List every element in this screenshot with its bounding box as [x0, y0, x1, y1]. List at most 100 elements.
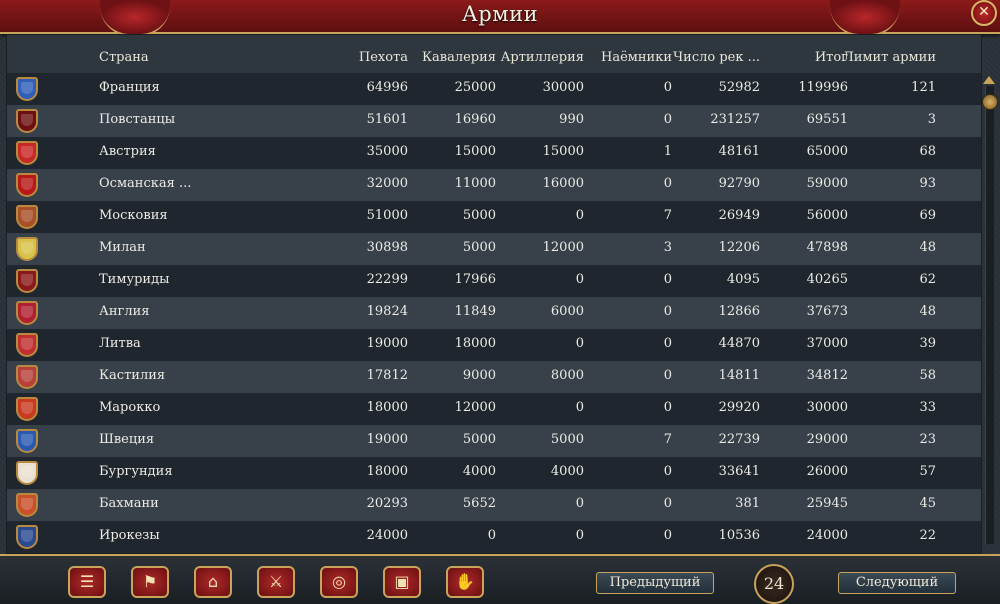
country-shield-icon: [16, 173, 38, 197]
mercenaries-cell: 0: [663, 464, 672, 479]
army-limit-cell: 62: [919, 272, 936, 287]
mercenaries-cell: 0: [663, 112, 672, 127]
cavalry-cell: 16960: [454, 112, 496, 127]
table-row[interactable]: Османская ... 32000 11000 16000 0 92790 59000 9…: [7, 169, 981, 201]
recruits-cell: 22739: [718, 432, 760, 447]
header-cavalry[interactable]: Кавалерия: [422, 50, 496, 65]
country-name-cell: Ирокезы: [99, 528, 160, 543]
handshake-button[interactable]: ✋: [446, 566, 484, 598]
scrollbar-thumb[interactable]: [982, 94, 998, 110]
country-shield-icon: [16, 333, 38, 357]
artillery-cell: 0: [575, 400, 584, 415]
recruits-cell: 14811: [718, 368, 760, 383]
close-button[interactable]: ✕: [971, 0, 997, 26]
army-limit-cell: 33: [919, 400, 936, 415]
header-army-limit[interactable]: Лимит армии: [843, 50, 936, 65]
scroll-up-arrow-icon[interactable]: [983, 76, 995, 84]
country-shield-icon: [16, 141, 38, 165]
infantry-cell: 19824: [366, 304, 408, 319]
country-shield-icon: [16, 77, 38, 101]
country-shield-icon: [16, 237, 38, 261]
table-row[interactable]: Марокко 18000 12000 0 0 29920 30000 33: [7, 393, 981, 425]
header-mercenaries[interactable]: Наёмники: [601, 50, 672, 65]
country-shield-icon: [16, 429, 38, 453]
chest-button[interactable]: ▣: [383, 566, 421, 598]
artillery-cell: 0: [575, 208, 584, 223]
infantry-cell: 64996: [366, 80, 408, 95]
mercenaries-cell: 0: [663, 496, 672, 511]
total-cell: 69551: [806, 112, 848, 127]
table-row[interactable]: Бургундия 18000 4000 4000 0 33641 26000 57: [7, 457, 981, 489]
infantry-cell: 32000: [366, 176, 408, 191]
page-number: 24: [754, 564, 794, 604]
total-cell: 25945: [806, 496, 848, 511]
recruits-cell: 48161: [718, 144, 760, 159]
army-limit-cell: 22: [919, 528, 936, 543]
next-button[interactable]: Следующий: [838, 572, 956, 594]
army-limit-cell: 93: [919, 176, 936, 191]
table-row[interactable]: Кастилия 17812 9000 8000 0 14811 34812 58: [7, 361, 981, 393]
table-header: Страна Пехота Кавалерия Артиллерия Наёмн…: [7, 43, 981, 71]
handshake-icon: ✋: [455, 572, 475, 591]
total-cell: 34812: [806, 368, 848, 383]
recruits-cell: 12206: [718, 240, 760, 255]
country-name-cell: Франция: [99, 80, 160, 95]
total-cell: 40265: [806, 272, 848, 287]
table-row[interactable]: Англия 19824 11849 6000 0 12866 37673 48: [7, 297, 981, 329]
artillery-cell: 990: [559, 112, 584, 127]
scrollbar[interactable]: [982, 86, 998, 544]
cavalry-cell: 4000: [462, 464, 496, 479]
infantry-cell: 22299: [366, 272, 408, 287]
table-row[interactable]: Франция 64996 25000 30000 0 52982 119996 121: [7, 73, 981, 105]
table-row[interactable]: Повстанцы 51601 16960 990 0 231257 69551 3: [7, 105, 981, 137]
artillery-cell: 15000: [542, 144, 584, 159]
ledger-button[interactable]: ☰: [68, 566, 106, 598]
mercenaries-cell: 7: [663, 208, 672, 223]
recruits-cell: 12866: [718, 304, 760, 319]
buildings-button[interactable]: ⌂: [194, 566, 232, 598]
cavalry-cell: 5000: [462, 432, 496, 447]
country-shield-icon: [16, 365, 38, 389]
army-limit-cell: 69: [919, 208, 936, 223]
table-row[interactable]: Литва 19000 18000 0 0 44870 37000 39: [7, 329, 981, 361]
ledger-icon: ☰: [79, 572, 95, 591]
window-title: Армии: [461, 2, 539, 26]
table-row[interactable]: Швеция 19000 5000 5000 7 22739 29000 23: [7, 425, 981, 457]
crossed-swords-button[interactable]: ⚔: [257, 566, 295, 598]
infantry-cell: 20293: [366, 496, 408, 511]
table-row[interactable]: Московия 51000 5000 0 7 26949 56000 69: [7, 201, 981, 233]
country-shield-icon: [16, 397, 38, 421]
table-row[interactable]: Бахмани 20293 5652 0 0 381 25945 45: [7, 489, 981, 521]
coins-button[interactable]: ◎: [320, 566, 358, 598]
cavalry-cell: 12000: [454, 400, 496, 415]
country-name-cell: Австрия: [99, 144, 156, 159]
table-body: Франция 64996 25000 30000 0 52982 119996 121 Пов…: [7, 73, 981, 553]
mercenaries-cell: 0: [663, 304, 672, 319]
country-shield-icon: [16, 269, 38, 293]
total-cell: 30000: [806, 400, 848, 415]
recruits-cell: 44870: [718, 336, 760, 351]
army-limit-cell: 3: [927, 112, 936, 127]
table-row[interactable]: Милан 30898 5000 12000 3 12206 47898 48: [7, 233, 981, 265]
infantry-cell: 19000: [366, 432, 408, 447]
infantry-cell: 18000: [366, 464, 408, 479]
header-infantry[interactable]: Пехота: [359, 50, 408, 65]
total-cell: 56000: [806, 208, 848, 223]
header-recruits[interactable]: Число рек ...: [673, 50, 760, 65]
table-row[interactable]: Австрия 35000 15000 15000 1 48161 65000 68: [7, 137, 981, 169]
header-artillery[interactable]: Артиллерия: [501, 50, 584, 65]
previous-button[interactable]: Предыдущий: [596, 572, 714, 594]
infantry-cell: 18000: [366, 400, 408, 415]
artillery-cell: 0: [575, 528, 584, 543]
table-row[interactable]: Тимуриды 22299 17966 0 0 4095 40265 62: [7, 265, 981, 297]
artillery-cell: 30000: [542, 80, 584, 95]
artillery-cell: 0: [575, 496, 584, 511]
header-country[interactable]: Страна: [99, 50, 149, 65]
total-cell: 47898: [806, 240, 848, 255]
table-row[interactable]: Ирокезы 24000 0 0 0 10536 24000 22: [7, 521, 981, 553]
flag-button[interactable]: ⚑: [131, 566, 169, 598]
armies-table: Страна Пехота Кавалерия Артиллерия Наёмн…: [6, 34, 982, 554]
army-limit-cell: 48: [919, 240, 936, 255]
army-limit-cell: 58: [919, 368, 936, 383]
cavalry-cell: 25000: [454, 80, 496, 95]
